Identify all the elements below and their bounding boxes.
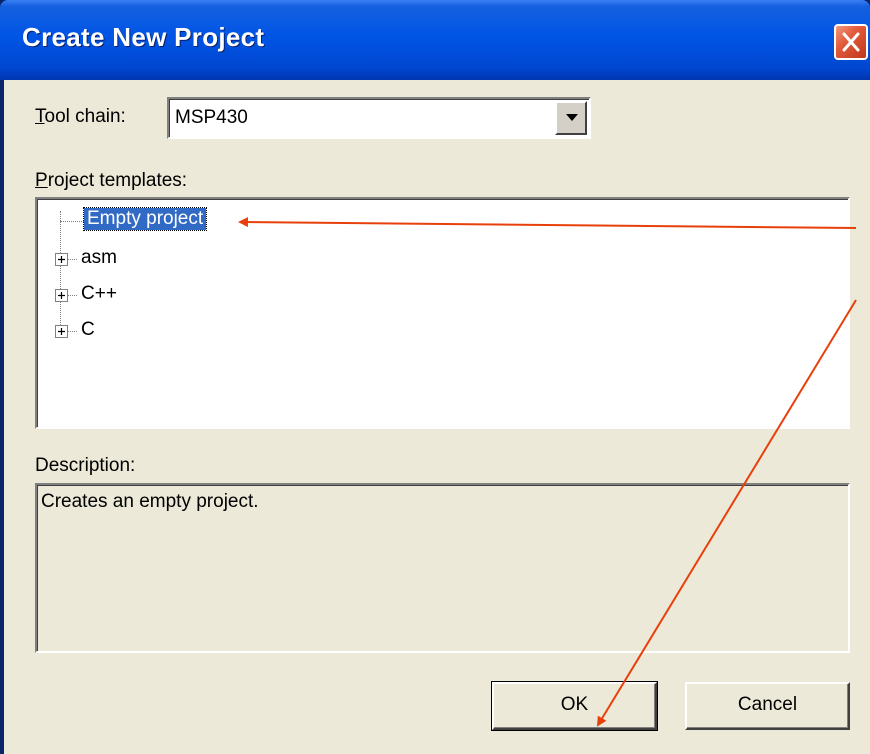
tree-connector bbox=[68, 295, 77, 296]
tree-item-empty-project[interactable]: Empty project bbox=[82, 207, 208, 231]
tree-item-c[interactable]: C bbox=[81, 319, 95, 341]
description-label: Description: bbox=[35, 455, 136, 476]
description-text: Creates an empty project. bbox=[41, 491, 259, 512]
tree-connector bbox=[68, 259, 77, 260]
tree-item-asm[interactable]: asm bbox=[81, 247, 117, 269]
expand-asm-icon[interactable] bbox=[55, 253, 68, 266]
plus-icon bbox=[58, 328, 65, 335]
expand-cpp-icon[interactable] bbox=[55, 289, 68, 302]
ok-button[interactable]: OK bbox=[491, 681, 658, 731]
templates-label: Project templates: bbox=[35, 170, 188, 191]
tree-connector bbox=[68, 331, 77, 332]
chevron-down-icon bbox=[566, 114, 578, 121]
title-bar[interactable]: Create New Project bbox=[0, 0, 870, 80]
close-icon bbox=[842, 32, 860, 52]
toolchain-label: Tool chain: bbox=[35, 106, 126, 127]
dialog-title: Create New Project bbox=[22, 22, 265, 52]
tree-connector bbox=[60, 221, 84, 222]
dialog-window: Create New Project Tool chain: MSP430 Pr… bbox=[0, 0, 870, 754]
plus-icon bbox=[58, 292, 65, 299]
tree-connector bbox=[60, 211, 61, 331]
toolchain-dropdown-button[interactable] bbox=[555, 101, 587, 135]
description-box: Creates an empty project. bbox=[35, 483, 850, 653]
toolchain-select[interactable]: MSP430 bbox=[167, 97, 591, 139]
tree-item-cpp[interactable]: C++ bbox=[81, 283, 117, 305]
cancel-button[interactable]: Cancel bbox=[685, 682, 850, 730]
toolchain-value: MSP430 bbox=[175, 107, 248, 128]
templates-tree[interactable]: Empty project asm C++ C bbox=[35, 197, 850, 429]
plus-icon bbox=[58, 256, 65, 263]
expand-c-icon[interactable] bbox=[55, 325, 68, 338]
close-button[interactable] bbox=[834, 24, 868, 60]
